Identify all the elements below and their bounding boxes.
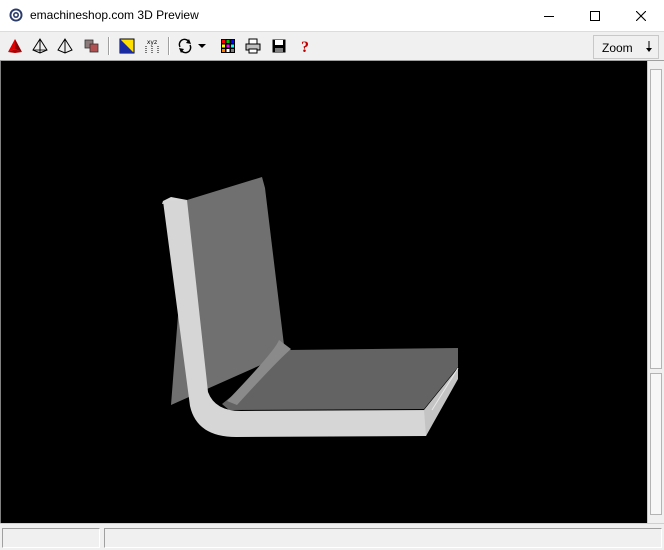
wireframe-view-icon xyxy=(32,38,48,54)
help-button[interactable]: ? xyxy=(295,36,315,56)
vertical-scrollbar[interactable] xyxy=(647,61,664,523)
xyz-axes-label: xyz xyxy=(147,39,157,46)
hidden-line-view-button[interactable] xyxy=(55,36,75,56)
print-icon xyxy=(245,38,261,54)
close-button[interactable] xyxy=(618,0,664,31)
minimize-icon xyxy=(544,15,554,17)
rotate-dropdown-icon xyxy=(198,44,206,48)
status-pane-2 xyxy=(104,528,662,548)
save-icon xyxy=(272,39,286,53)
3d-viewport[interactable] xyxy=(0,61,647,523)
xyz-axes-button[interactable]: xyz xyxy=(142,36,162,56)
toolbar-separator xyxy=(168,37,170,55)
multi-part-view-button[interactable] xyxy=(82,36,102,56)
zoom-dropdown[interactable]: Zoom xyxy=(593,35,659,59)
scrollbar-lower-region[interactable] xyxy=(650,373,662,515)
hidden-line-view-icon xyxy=(57,38,73,54)
window-title: emachineshop.com 3D Preview xyxy=(30,8,199,22)
preview-window: emachineshop.com 3D Preview xyz ? Zoom xyxy=(0,0,664,550)
minimize-button[interactable] xyxy=(526,0,572,31)
status-pane-1 xyxy=(2,528,100,548)
solid-view-icon xyxy=(8,39,22,53)
toolbar: xyz ? Zoom xyxy=(0,31,664,61)
title-bar[interactable]: emachineshop.com 3D Preview xyxy=(0,0,664,31)
xyz-axes-icon: xyz xyxy=(145,39,159,53)
multi-part-view-icon xyxy=(84,39,99,53)
close-icon xyxy=(636,10,646,21)
status-bar xyxy=(0,523,664,550)
zoom-label: Zoom xyxy=(602,41,633,55)
emachineshop-gear-icon xyxy=(9,8,23,22)
toolbar-separator xyxy=(108,37,110,55)
maximize-icon xyxy=(590,10,600,21)
color-edges-button[interactable] xyxy=(117,36,137,56)
color-edges-icon xyxy=(119,38,135,54)
rotate-button[interactable] xyxy=(175,36,195,56)
solid-view-button[interactable] xyxy=(5,36,25,56)
down-arrow-icon xyxy=(645,41,653,56)
color-palette-icon xyxy=(221,39,235,53)
wireframe-view-button[interactable] xyxy=(30,36,50,56)
save-button[interactable] xyxy=(269,36,289,56)
l-bracket-model xyxy=(162,177,459,437)
help-label: ? xyxy=(301,39,309,54)
maximize-button[interactable] xyxy=(572,0,618,31)
color-palette-button[interactable] xyxy=(218,36,238,56)
rotate-dropdown-button[interactable] xyxy=(196,36,208,56)
help-icon: ? xyxy=(301,39,309,54)
rotate-icon xyxy=(178,38,192,54)
scrollbar-upper-region[interactable] xyxy=(650,69,662,369)
print-button[interactable] xyxy=(243,36,263,56)
